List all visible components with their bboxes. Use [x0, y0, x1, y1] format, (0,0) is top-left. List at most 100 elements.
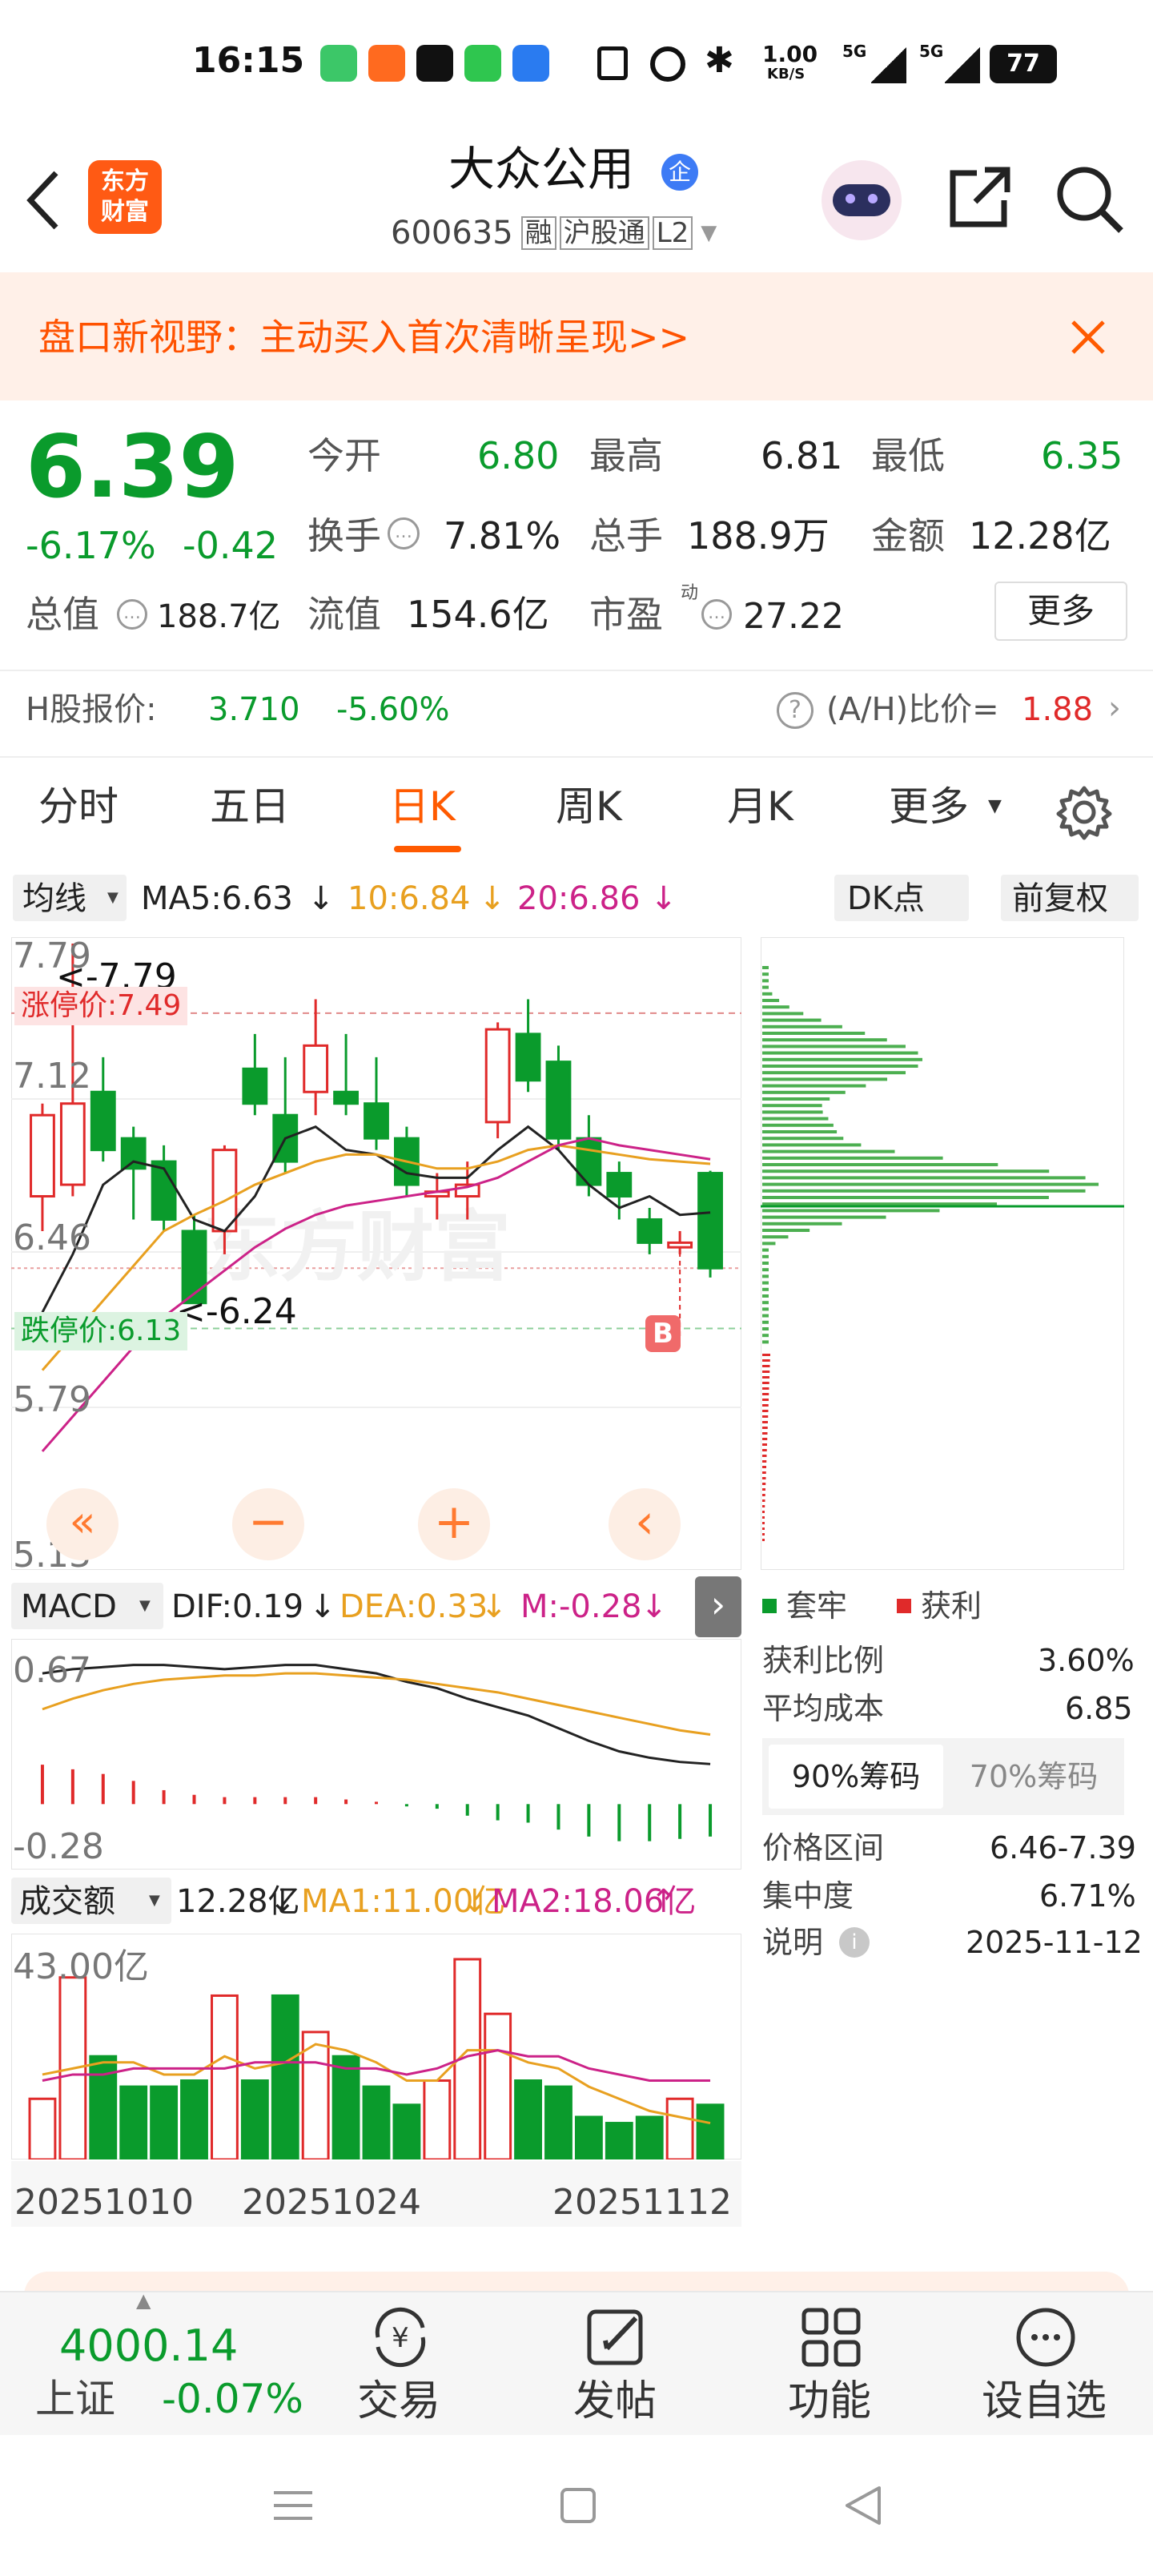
range-label: 价格区间 [762, 1830, 885, 1866]
index-name[interactable]: 上证 [35, 2379, 115, 2419]
volume-bar [423, 2079, 452, 2159]
chip-bar [762, 1314, 769, 1318]
volume-bar [150, 2085, 179, 2159]
index-value[interactable]: 4000.14 [59, 2324, 238, 2368]
signal-icon-1 [871, 46, 906, 83]
zoom-in-button[interactable]: + [418, 1488, 490, 1560]
candle-body [515, 1032, 541, 1082]
dk-point-button[interactable]: DK点 [834, 875, 969, 921]
tab-more[interactable]: 更多 [889, 787, 969, 827]
help-icon[interactable]: ? [777, 692, 814, 729]
kline-watermark: 东方财富 [203, 1205, 511, 1290]
amount-label: 金额 [871, 514, 945, 557]
candle-body [545, 1061, 572, 1140]
tab-daily-k[interactable]: 日K [389, 787, 456, 827]
index-pct[interactable]: -0.07% [162, 2379, 303, 2419]
volume-bar [544, 2085, 572, 2159]
chip-bar [762, 1248, 769, 1252]
adjust-button[interactable]: 前复权 [1001, 875, 1139, 921]
info-icon[interactable]: i [839, 1927, 870, 1958]
tab-90-percent[interactable]: 90%筹码 [769, 1745, 943, 1809]
chip-bar [762, 1143, 862, 1147]
post-label[interactable]: 发帖 [573, 2381, 657, 2422]
home-icon[interactable] [560, 2488, 596, 2523]
chip-bar [762, 1123, 834, 1127]
net-unit: KB/S [767, 66, 805, 83]
tab-monthly-k[interactable]: 月K [727, 787, 793, 827]
volume-top-label: 43.00亿 [13, 1946, 149, 1987]
volume-select-label: 成交额 [19, 1883, 115, 1920]
ah-ratio-value[interactable]: 1.88 [1022, 694, 1093, 726]
prev-button[interactable]: ‹ [609, 1488, 681, 1560]
tiktok-app-icon [416, 45, 453, 82]
back-icon[interactable] [24, 168, 64, 232]
stock-code-row[interactable]: 600635 融 沪股通 L2 ▼ [391, 216, 717, 250]
chip-bar [762, 1149, 895, 1153]
chip-bar-profit [762, 1415, 769, 1418]
trade-icon[interactable]: ¥ [367, 2304, 434, 2371]
ma-select[interactable]: 均线 ▼ [13, 875, 127, 921]
search-icon[interactable] [1054, 163, 1126, 235]
chip-bar [762, 1242, 776, 1246]
assistant-avatar[interactable] [822, 160, 902, 240]
menu-icon[interactable] [271, 2483, 315, 2528]
ah-ratio-label[interactable]: (A/H)比价= [826, 694, 999, 726]
brand-logo[interactable]: 东方 财富 [88, 160, 162, 234]
tag-l2: L2 [652, 216, 693, 250]
tab-70-percent[interactable]: 70%筹码 [950, 1745, 1118, 1809]
mktcap-label: 总值 [26, 593, 99, 636]
functions-label[interactable]: 功能 [788, 2381, 871, 2422]
period-tabs: 分时 五日 日K 周K 月K 更多 ▼ [0, 769, 1153, 857]
info-icon[interactable]: … [701, 599, 732, 630]
candle-body [59, 1102, 86, 1186]
macd-select[interactable]: MACD ▼ [11, 1583, 163, 1629]
tab-intraday[interactable]: 分时 [38, 787, 119, 827]
macd-expand-button[interactable]: › [695, 1576, 741, 1637]
chip-bar-profit [762, 1354, 770, 1356]
back-nav-icon[interactable] [841, 2483, 886, 2528]
chip-bar-profit [762, 1365, 770, 1367]
avg-cost-label: 平均成本 [762, 1691, 885, 1726]
candle-body [364, 1102, 389, 1140]
chevron-right-icon[interactable]: › [1108, 692, 1121, 724]
chip-bar-profit [762, 1522, 765, 1524]
chip-bar [762, 1189, 1086, 1193]
functions-icon[interactable] [797, 2304, 865, 2371]
hshare-label: H股报价: [26, 691, 157, 728]
signal-label-1: 5G [842, 42, 867, 61]
chip-bar-profit [762, 1466, 766, 1468]
watchlist-icon[interactable] [1012, 2304, 1079, 2371]
chip-bar-profit [762, 1359, 770, 1362]
tab-weekly-k[interactable]: 周K [556, 787, 622, 827]
share-icon[interactable] [945, 163, 1014, 232]
ma10-arrow-icon: ↓ [479, 880, 506, 917]
kline-chart[interactable]: 东方财富 [11, 937, 741, 1570]
chip-bar-profit [762, 1432, 768, 1435]
macd-top-label: 0.67 [13, 1650, 91, 1691]
post-icon[interactable] [583, 2304, 650, 2371]
trade-label[interactable]: 交易 [357, 2381, 440, 2422]
close-icon[interactable] [1070, 319, 1107, 356]
float-label: 流值 [307, 593, 381, 636]
zoom-out-button[interactable]: − [232, 1488, 304, 1560]
volume-bar [211, 1994, 239, 2159]
mail-app-icon [368, 45, 405, 82]
settings-gear-icon[interactable] [1055, 783, 1113, 841]
info-icon[interactable]: … [388, 517, 420, 549]
chip-bar-profit [762, 1421, 768, 1423]
info-icon[interactable]: … [117, 599, 147, 630]
macd-chart[interactable] [11, 1639, 741, 1870]
volume-bar [696, 2103, 725, 2159]
candle-body [667, 1241, 693, 1249]
chip-bar-profit [762, 1443, 767, 1446]
watchlist-label[interactable]: 设自选 [982, 2381, 1107, 2422]
tab-five-day[interactable]: 五日 [210, 787, 290, 827]
volume-bar [271, 1994, 299, 2159]
scroll-left-button[interactable]: « [46, 1488, 119, 1560]
volume-arrow-icon: ↓ [269, 1883, 296, 1920]
volume-select[interactable]: 成交额 ▼ [11, 1878, 171, 1924]
volume-bar [665, 2097, 694, 2159]
more-button[interactable]: 更多 [994, 582, 1127, 641]
chip-bar-profit [762, 1511, 765, 1513]
promo-banner-text[interactable]: 盘口新视野：主动买入首次清晰呈现>> [38, 319, 689, 356]
